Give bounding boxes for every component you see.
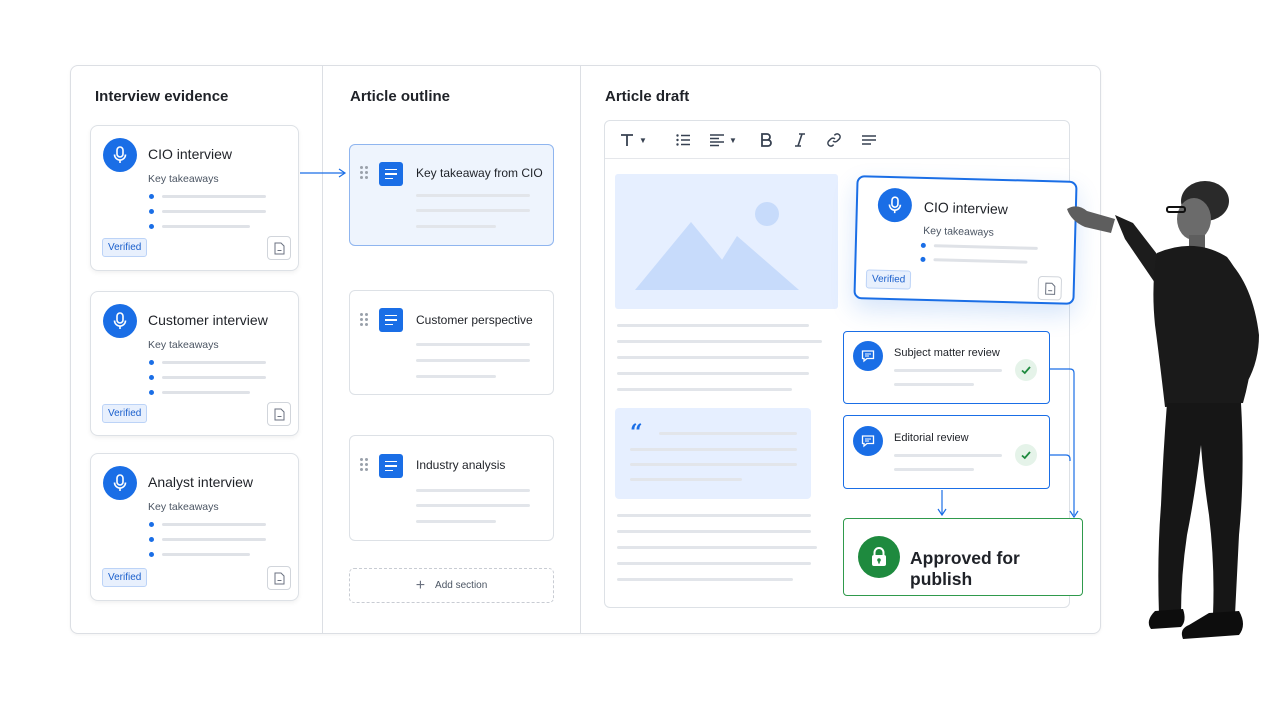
text-line: [659, 432, 797, 435]
bullet-line: [149, 375, 269, 381]
comment-icon: [853, 426, 883, 456]
verified-badge: Verified: [102, 568, 148, 587]
placeholder-line: [416, 225, 496, 228]
column-divider: [580, 66, 581, 633]
bullet-line: [149, 390, 269, 396]
card-title: CIO interview: [148, 146, 233, 162]
text-line: [617, 388, 792, 391]
placeholder-line: [416, 343, 530, 346]
evidence-card-cio[interactable]: CIO interview Key takeaways Verified: [90, 125, 299, 271]
microphone-icon: [103, 466, 137, 500]
placeholder-line: [416, 375, 496, 378]
text-line: [630, 463, 797, 466]
link-arrow: [300, 168, 347, 178]
lock-icon: [858, 536, 900, 578]
microphone-icon: [877, 187, 913, 223]
bullet-line: [149, 224, 269, 230]
text-line: [617, 530, 811, 533]
card-title: Analyst interview: [148, 474, 254, 490]
text-line: [617, 356, 809, 359]
link-icon[interactable]: [826, 130, 842, 150]
draft-column-title: Article draft: [605, 88, 690, 105]
document-icon[interactable]: [267, 566, 291, 590]
verified-badge: Verified: [102, 238, 148, 257]
bullet-line: [920, 256, 1040, 266]
text-line: [617, 546, 817, 549]
card-subtitle: Key takeaways: [148, 339, 219, 351]
outline-section-title: Customer perspective: [416, 313, 533, 327]
verified-badge: Verified: [102, 404, 148, 423]
document-icon[interactable]: [267, 236, 291, 260]
quote-block[interactable]: “: [615, 408, 811, 499]
align-icon[interactable]: ▼: [709, 130, 737, 150]
bullet-line: [149, 522, 269, 528]
text-line: [630, 478, 742, 481]
document-icon: [379, 454, 403, 478]
placeholder-line: [416, 520, 496, 523]
person-illustration: [1067, 181, 1259, 639]
outline-section-title: Industry analysis: [416, 458, 506, 472]
drag-handle-icon[interactable]: [360, 313, 368, 327]
document-icon: [379, 162, 403, 186]
text-style-icon[interactable]: ▼: [619, 130, 647, 150]
plus-icon: +: [415, 576, 426, 594]
text-line: [617, 562, 811, 565]
drag-handle-icon[interactable]: [360, 458, 368, 472]
column-divider: [322, 66, 323, 633]
text-line: [630, 448, 797, 451]
placeholder-line: [416, 504, 530, 507]
bullet-line: [920, 242, 1041, 252]
card-subtitle: Key takeaways: [148, 173, 219, 185]
card-subtitle: Key takeaways: [923, 224, 994, 239]
editor-toolbar: ▼ ▼: [605, 121, 1069, 159]
card-title: CIO interview: [923, 198, 1009, 218]
paragraph-icon[interactable]: [861, 130, 877, 150]
bold-icon[interactable]: [758, 130, 774, 150]
bullet-line: [149, 209, 269, 215]
image-icon: [635, 202, 799, 290]
outline-section-title: Key takeaway from CIO: [416, 166, 543, 180]
bullet-line: [149, 360, 269, 366]
drag-handle-icon[interactable]: [360, 166, 368, 180]
microphone-icon: [103, 304, 137, 338]
evidence-card-analyst[interactable]: Analyst interview Key takeaways Verified: [90, 453, 299, 601]
text-line: [617, 578, 793, 581]
card-subtitle: Key takeaways: [148, 501, 219, 513]
bullet-line: [149, 537, 269, 543]
evidence-column-title: Interview evidence: [95, 88, 229, 105]
microphone-icon: [103, 138, 137, 172]
quote-icon: “: [630, 420, 643, 446]
floating-evidence-card[interactable]: CIO interview Key takeaways Verified: [853, 175, 1078, 305]
verified-badge: Verified: [865, 269, 912, 290]
placeholder-line: [416, 209, 530, 212]
text-line: [617, 514, 811, 517]
bullet-list-icon[interactable]: [675, 130, 691, 150]
text-line: [617, 324, 809, 327]
outline-section-cio[interactable]: Key takeaway from CIO: [349, 144, 554, 246]
review-title: Subject matter review: [894, 347, 1000, 359]
add-section-label: Add section: [435, 580, 488, 591]
document-icon: [379, 308, 403, 332]
italic-icon[interactable]: [792, 130, 808, 150]
outline-column-title: Article outline: [350, 88, 451, 105]
placeholder-line: [416, 489, 530, 492]
evidence-card-customer[interactable]: Customer interview Key takeaways Verifie…: [90, 291, 299, 436]
document-icon[interactable]: [267, 402, 291, 426]
outline-section-industry[interactable]: Industry analysis: [349, 435, 554, 541]
outline-section-customer[interactable]: Customer perspective: [349, 290, 554, 395]
image-placeholder[interactable]: [615, 174, 838, 309]
approved-for-publish-status: Approved for publish: [843, 518, 1083, 596]
card-title: Customer interview: [148, 312, 268, 328]
text-line: [617, 372, 809, 375]
placeholder-line: [416, 359, 530, 362]
add-section-button[interactable]: + Add section: [349, 568, 554, 603]
bullet-line: [149, 194, 269, 200]
text-line: [617, 340, 822, 343]
bullet-line: [149, 552, 269, 558]
comment-icon: [853, 341, 883, 371]
placeholder-line: [416, 194, 530, 197]
